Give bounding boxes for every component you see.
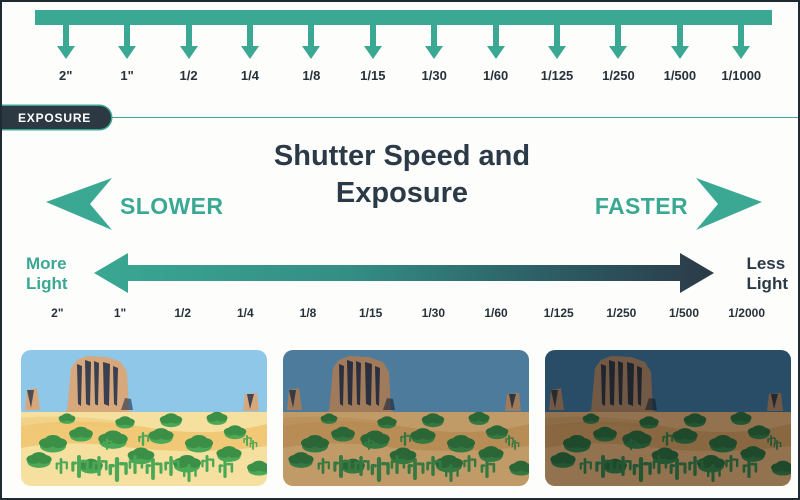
tick-stem bbox=[369, 25, 376, 46]
tick-stem bbox=[246, 25, 253, 46]
tick-stem bbox=[615, 25, 622, 46]
scale-tick-label: 1/8 bbox=[302, 68, 321, 83]
more-light-line1: More bbox=[26, 254, 67, 273]
faster-direction-group: FASTER bbox=[595, 176, 782, 237]
scale-tick: 1/125 bbox=[527, 25, 588, 83]
scale-tick-label: 1/60 bbox=[484, 306, 508, 320]
arrow-down-icon bbox=[56, 46, 75, 59]
scale-tick-label: 1/125 bbox=[540, 68, 574, 83]
scale-tick: 1/500 bbox=[649, 25, 710, 83]
faster-label: FASTER bbox=[594, 193, 688, 219]
arrow-down-icon bbox=[609, 46, 628, 59]
desert-photo-dark[interactable] bbox=[545, 350, 791, 486]
scale-tick: 1/15 bbox=[342, 25, 403, 83]
more-light-line2: Light bbox=[26, 274, 68, 294]
less-light-label: Less Light bbox=[746, 254, 788, 295]
less-light-line1: Less bbox=[746, 254, 786, 273]
slower-direction-group: SLOWER bbox=[26, 176, 223, 237]
shutter-speed-scale-bottom: 2" 1" 1/2 1/4 1/8 1/15 1/30 1/60 1/125 1/250 1/500… bbox=[2, 306, 798, 334]
arrow-left-icon bbox=[26, 176, 112, 237]
tick-stem bbox=[308, 25, 315, 46]
scale-tick: 1/60 bbox=[465, 25, 526, 83]
scale-tick-label: 1/4 bbox=[240, 68, 259, 83]
double-headed-gradient-arrow-icon bbox=[94, 250, 714, 296]
arrow-down-icon bbox=[240, 46, 259, 59]
desert-photo-bright[interactable] bbox=[21, 350, 267, 486]
tick-stem bbox=[185, 25, 192, 46]
scale-tick-label: 1/15 bbox=[358, 306, 383, 320]
infographic-page: 2" 1" 1/2 1/4 1/8 1/15 1/30 1/60 1/125 1/250 1/500… bbox=[0, 0, 800, 500]
scale-tick-label: 1/1000 bbox=[721, 68, 762, 83]
scale-tick-label: 1/30 bbox=[421, 68, 447, 83]
scale-tick: 2" bbox=[35, 25, 96, 83]
scale-tick-label: 1/2 bbox=[179, 68, 198, 83]
arrow-down-icon bbox=[425, 46, 444, 59]
scale-tick-label: 1/2 bbox=[174, 306, 191, 320]
scale-tick: 1/4 bbox=[219, 25, 280, 83]
tick-stem bbox=[124, 25, 131, 46]
scale-tick-label: 1/2000 bbox=[728, 306, 765, 320]
arrow-down-icon bbox=[302, 46, 321, 59]
scale-tick-label: 1/30 bbox=[421, 306, 445, 320]
arrow-down-icon bbox=[548, 46, 567, 59]
arrow-down-icon bbox=[486, 46, 505, 59]
scale-tick-label: 2" bbox=[51, 306, 64, 320]
tick-stem bbox=[492, 25, 499, 46]
title-row: SLOWER Shutter Speed and Exposure FASTER bbox=[2, 138, 798, 238]
scale-tick: 1/1000 bbox=[711, 25, 772, 83]
page-title: Shutter Speed and Exposure bbox=[202, 138, 602, 212]
scale-tick-label: 1/4 bbox=[236, 306, 254, 320]
scale-tick: 1/8 bbox=[281, 25, 342, 83]
scale-tick: 1" bbox=[97, 25, 158, 83]
scale-tick-label: 1/250 bbox=[606, 306, 637, 320]
shutter-speed-scale-top: 2" 1" 1/2 1/4 1/8 1/15 1/30 1/60 1/125 1/250 1/500… bbox=[2, 2, 798, 98]
light-axis-row: More Light Less Light bbox=[2, 250, 798, 302]
scale-tick-label: 1/500 bbox=[668, 306, 700, 320]
page-title-line2: Exposure bbox=[335, 177, 469, 210]
tick-stem bbox=[554, 25, 561, 46]
exposure-sample-photos bbox=[2, 350, 798, 490]
scale-bar bbox=[35, 10, 772, 25]
scale-tick-label: 1" bbox=[120, 68, 134, 83]
arrow-right-icon bbox=[696, 176, 782, 237]
scale-tick: 1/30 bbox=[404, 25, 465, 83]
scale-tick-label: 1/500 bbox=[663, 68, 697, 83]
scale-tick: 1/2 bbox=[158, 25, 219, 83]
more-light-label: More Light bbox=[26, 254, 68, 295]
scale-tick-label: 2" bbox=[59, 68, 73, 83]
scale-tick-label: 1/60 bbox=[482, 68, 509, 83]
tick-stem bbox=[431, 25, 438, 46]
arrow-down-icon bbox=[179, 46, 198, 59]
scale-tick-label: 1" bbox=[113, 306, 127, 320]
scale-tick: 1/250 bbox=[588, 25, 649, 83]
scale-tick-label: 1/125 bbox=[543, 306, 574, 320]
exposure-badge-label: EXPOSURE bbox=[18, 110, 92, 125]
page-title-line1: Shutter Speed and bbox=[273, 140, 531, 172]
arrow-down-icon bbox=[670, 46, 689, 59]
arrow-down-icon bbox=[363, 46, 382, 59]
less-light-line2: Light bbox=[746, 274, 788, 294]
desert-photo-medium[interactable] bbox=[283, 350, 529, 486]
tick-stem bbox=[738, 25, 745, 46]
scale-tick-label: 1/8 bbox=[299, 306, 317, 320]
scale-tick-label: 1/250 bbox=[602, 68, 635, 83]
arrow-down-icon bbox=[732, 46, 751, 59]
tick-stem bbox=[676, 25, 683, 46]
exposure-divider-line bbox=[2, 117, 798, 118]
exposure-tag-row: EXPOSURE bbox=[2, 106, 798, 130]
tick-stem bbox=[62, 25, 69, 46]
exposure-badge: EXPOSURE bbox=[2, 106, 112, 129]
scale-tick-label: 1/15 bbox=[360, 68, 386, 83]
arrow-down-icon bbox=[118, 46, 137, 59]
